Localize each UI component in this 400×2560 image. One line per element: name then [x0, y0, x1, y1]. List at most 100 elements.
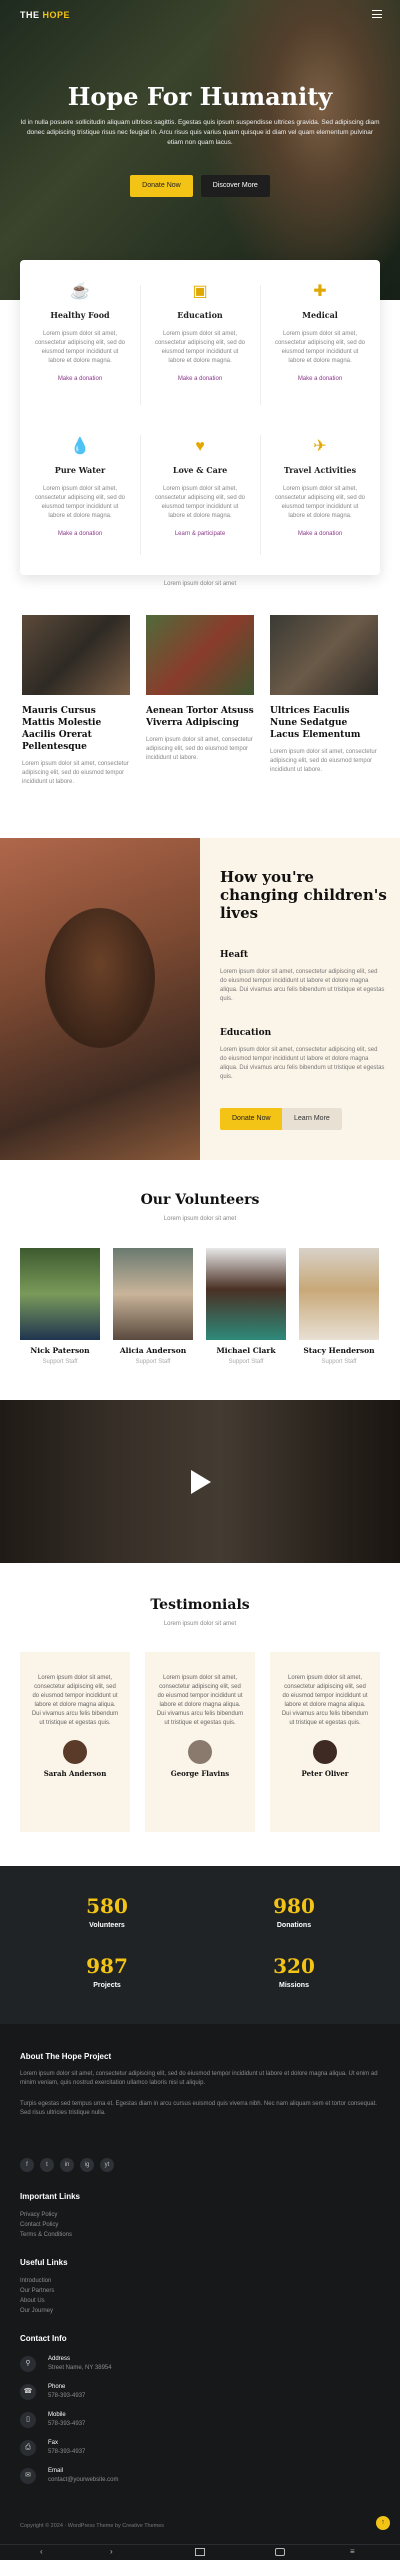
volunteer-name: Alicia Anderson [119, 1346, 187, 1355]
news-caption: Lorem ipsum dolor sit amet [163, 581, 237, 587]
love-care-icon: ♥ [195, 438, 205, 455]
service-healthy-food: ☕ Healthy Food Lorem ipsum dolor sit ame… [20, 260, 140, 410]
footer-about-text: Lorem ipsum dolor sit amet, consectetur … [20, 2071, 378, 2086]
contact-value[interactable]: 578-393-4937 [48, 2421, 85, 2427]
donate-now-button[interactable]: Donate Now [130, 175, 193, 197]
service-title: Healthy Food [50, 310, 110, 320]
twitter-icon[interactable]: t [40, 2158, 54, 2172]
testimonial-name: Sarah Anderson [43, 1769, 107, 1778]
contact-label: Phone [48, 2384, 66, 2390]
linkedin-icon[interactable]: in [60, 2158, 74, 2172]
medical-icon: ✚ [313, 283, 327, 300]
forward-icon[interactable]: › [110, 2548, 120, 2556]
volunteer-role: Support Staff [135, 1359, 171, 1365]
news-image[interactable] [270, 615, 378, 695]
footer-link-partners[interactable]: Our Partners [20, 2288, 54, 2294]
service-desc: Lorem ipsum dolor sit amet, consectetur … [154, 331, 246, 364]
impact-paragraph: Lorem ipsum dolor sit amet, consectetur … [220, 969, 385, 1002]
stat-label: Volunteers [89, 1922, 125, 1929]
news-card[interactable]: Mauris Cursus Mattis Molestie Aacilis Or… [22, 615, 130, 787]
volunteer-card[interactable]: Nick Paterson Support Staff [20, 1248, 100, 1365]
footer-link-about[interactable]: About Us [20, 2298, 45, 2304]
footer-about-title: About The Hope Project [20, 2052, 112, 2061]
news-title[interactable]: Mauris Cursus Mattis Molestie Aacilis Or… [22, 705, 130, 753]
volunteer-card[interactable]: Michael Clark Support Staff [206, 1248, 286, 1365]
back-icon[interactable]: ‹ [40, 2548, 50, 2556]
news-title[interactable]: Ultrices Eaculis Nune Sedatgue Lacus Ele… [270, 705, 378, 741]
discover-more-button[interactable]: Discover More [200, 175, 270, 197]
impact-title: How you're changing children's lives [220, 868, 387, 922]
service-link[interactable]: Make a donation [260, 376, 380, 382]
share-icon[interactable] [275, 2548, 285, 2556]
footer-link-privacy[interactable]: Privacy Policy [20, 2212, 57, 2218]
stat-value: 980 [273, 1894, 315, 1918]
volunteer-name: Stacy Henderson [303, 1346, 375, 1355]
stat-missions: 320 Missions [234, 1954, 354, 1989]
news-desc: Lorem ipsum dolor sit amet, consectetur … [146, 737, 253, 761]
service-pure-water: 💧 Pure Water Lorem ipsum dolor sit amet,… [20, 415, 140, 565]
footer-link-introduction[interactable]: Introduction [20, 2278, 51, 2284]
water-icon: 💧 [70, 438, 90, 455]
volunteers-title: Our Volunteers [140, 1192, 260, 1208]
youtube-icon[interactable]: yt [100, 2158, 114, 2172]
hero-text: Id in nulla posuere sollicitudin aliquam… [20, 119, 380, 146]
service-title: Travel Activities [283, 465, 357, 475]
testimonial-card: Lorem ipsum dolor sit amet, consectetur … [270, 1652, 380, 1832]
stat-label: Donations [276, 1922, 312, 1929]
video-banner[interactable] [0, 1400, 400, 1563]
mobile-icon: ▯ [20, 2412, 36, 2428]
service-link[interactable]: Make a donation [260, 531, 380, 537]
facebook-icon[interactable]: f [20, 2158, 34, 2172]
contact-label: Mobile [48, 2412, 66, 2418]
hamburger-icon[interactable] [372, 10, 382, 18]
service-link[interactable]: Make a donation [20, 531, 140, 537]
contact-label: Fax [48, 2440, 59, 2446]
services-card: ☕ Healthy Food Lorem ipsum dolor sit ame… [20, 260, 380, 575]
footer-about-text: Turpis egestas sed tempus urna et. Egest… [20, 2101, 377, 2116]
service-love-care: ♥ Love & Care Lorem ipsum dolor sit amet… [140, 415, 260, 565]
footer-link-contact-policy[interactable]: Contact Policy [20, 2222, 58, 2228]
footer-link-terms[interactable]: Terms & Conditions [20, 2232, 72, 2238]
news-image[interactable] [22, 615, 130, 695]
impact-paragraph: Lorem ipsum dolor sit amet, consectetur … [220, 1047, 385, 1080]
instagram-icon[interactable]: ig [80, 2158, 94, 2172]
news-card[interactable]: Aenean Tortor Atsuss Viverra Adipiscing … [146, 615, 254, 763]
service-link[interactable]: Learn & participate [140, 531, 260, 537]
contact-value[interactable]: 578-393-4937 [48, 2393, 85, 2399]
tabs-icon[interactable] [195, 2548, 205, 2556]
volunteers-subtitle: Lorem ipsum dolor sit amet [163, 1216, 237, 1222]
site-logo[interactable]: THE HOPE [20, 10, 70, 20]
play-icon[interactable] [191, 1470, 211, 1494]
testimonials-subtitle: Lorem ipsum dolor sit amet [163, 1621, 237, 1627]
copyright-text: Copyright © 2024 · WordPress Theme by Cr… [20, 2523, 165, 2529]
volunteer-name: Nick Paterson [30, 1346, 90, 1355]
avatar [188, 1740, 212, 1764]
footer-link-journey[interactable]: Our Journey [20, 2308, 53, 2314]
service-desc: Lorem ipsum dolor sit amet, consectetur … [274, 486, 366, 519]
volunteer-name: Michael Clark [216, 1346, 276, 1355]
travel-icon: ✈ [313, 438, 327, 455]
news-card[interactable]: Ultrices Eaculis Nune Sedatgue Lacus Ele… [270, 615, 378, 775]
phone-icon: ☎ [20, 2384, 36, 2400]
stat-label: Missions [279, 1982, 309, 1989]
testimonial-name: George Flavins [170, 1769, 230, 1778]
donate-now-button[interactable]: Donate Now [220, 1108, 283, 1130]
logo-accent: HOPE [42, 10, 71, 20]
service-link[interactable]: Make a donation [20, 376, 140, 382]
contact-value[interactable]: contact@yourwebsite.com [48, 2477, 118, 2483]
menu-icon[interactable]: ≡ [350, 2548, 360, 2556]
volunteer-card[interactable]: Stacy Henderson Support Staff [299, 1248, 379, 1365]
hero-title: Hope For Humanity [67, 82, 333, 111]
hero-section: THE HOPE Hope For Humanity Id in nulla p… [0, 0, 400, 300]
news-image[interactable] [146, 615, 254, 695]
volunteer-role: Support Staff [321, 1359, 357, 1365]
learn-more-button[interactable]: Learn More [282, 1108, 342, 1130]
news-title[interactable]: Aenean Tortor Atsuss Viverra Adipiscing [146, 705, 254, 729]
scroll-to-top-icon[interactable]: ↑ [376, 2516, 390, 2530]
service-title: Pure Water [54, 465, 106, 475]
impact-heading-education: Education [220, 1028, 272, 1038]
service-desc: Lorem ipsum dolor sit amet, consectetur … [274, 331, 366, 364]
footer-contact-title: Contact Info [20, 2334, 67, 2343]
volunteer-card[interactable]: Alicia Anderson Support Staff [113, 1248, 193, 1365]
service-link[interactable]: Make a donation [140, 376, 260, 382]
